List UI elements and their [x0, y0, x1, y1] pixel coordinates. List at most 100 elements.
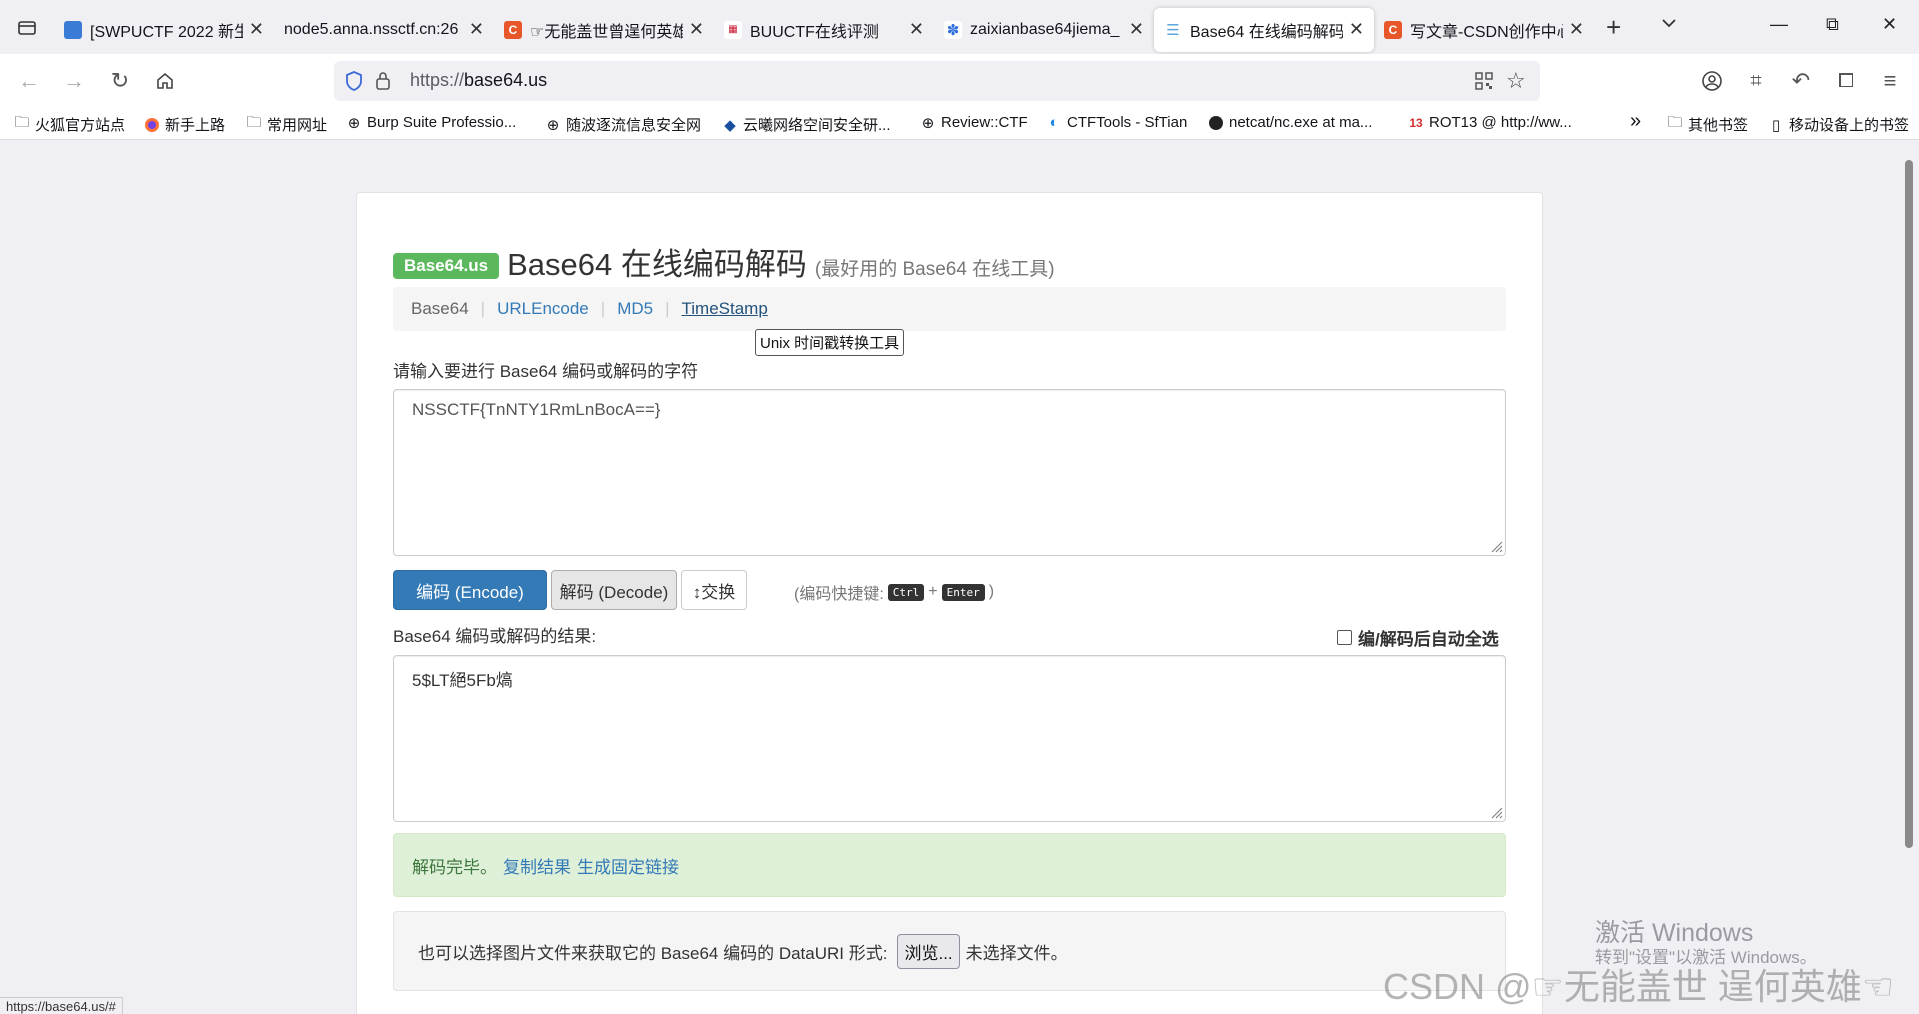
input-textarea[interactable]: NSSCTF{TnNTY1RmLnBocA==}	[393, 389, 1506, 556]
alert-text: 解码完毕。	[412, 857, 497, 877]
nav-urlencode[interactable]: URLEncode	[497, 299, 589, 319]
menu-icon[interactable]: ≡	[1875, 66, 1905, 96]
nav-md5[interactable]: MD5	[617, 299, 653, 319]
output-textarea[interactable]: 5$LT絕5Fb熇	[393, 655, 1506, 822]
tab-swpuctf[interactable]: [SWPUCTF 2022 新生 ✕	[54, 8, 274, 52]
bookmark-item[interactable]: 🗀 常用网址	[246, 114, 327, 135]
site-icon: ◆	[724, 116, 736, 134]
tab-overview-button[interactable]	[0, 0, 54, 54]
url-bar[interactable]: https://base64.us ☆	[334, 61, 1540, 101]
bookmark-item[interactable]: 🗀 其他书签	[1667, 114, 1748, 135]
undo-icon[interactable]: ↶	[1786, 66, 1816, 96]
status-alert: 解码完毕。 复制结果 生成固定链接	[393, 833, 1506, 897]
nav-timestamp[interactable]: TimeStamp	[682, 299, 768, 319]
tab-favicon-icon	[64, 20, 82, 39]
chevron-down-icon[interactable]	[1660, 14, 1678, 37]
minimize-icon[interactable]: —	[1770, 14, 1788, 35]
bookmark-item[interactable]: ◆ 云曦网络空间安全研...	[722, 114, 890, 135]
tab-base64-active[interactable]: ☰ Base64 在线编码解码 ✕	[1154, 7, 1374, 52]
bookmark-star-icon[interactable]: ☆	[1506, 68, 1526, 94]
tab-title: BUUCTF在线评测	[750, 23, 879, 41]
file-upload-text: 也可以选择图片文件来获取它的 Base64 编码的 DataURI 形式:	[418, 943, 888, 963]
page-title: Base64 在线编码解码	[507, 247, 807, 282]
tab-node5[interactable]: node5.anna.nssctf.cn:26 ✕	[274, 8, 494, 52]
close-tab-icon[interactable]: ✕	[469, 19, 484, 40]
close-tab-icon[interactable]: ✕	[1569, 19, 1584, 40]
checkbox-box[interactable]	[1337, 630, 1352, 645]
activation-title: 激活 Windows	[1595, 919, 1754, 947]
encode-button[interactable]: 编码 (Encode)	[393, 570, 547, 610]
mobile-icon: ▯	[1771, 116, 1781, 134]
bookmark-item[interactable]: ⊕ 随波逐流信息安全网	[545, 114, 701, 135]
swap-button[interactable]: ↕交换	[681, 570, 747, 610]
tool-nav: Base64 | URLEncode | MD5 | TimeStamp	[393, 287, 1506, 331]
nav-base64[interactable]: Base64	[411, 299, 469, 319]
close-tab-icon[interactable]: ✕	[1129, 19, 1144, 40]
bookmarks-toolbar: 🗀 火狐官方站点 新手上路 🗀 常用网址 ⊕ Burp Suite Professio…	[0, 108, 1919, 140]
globe-icon: ⊕	[921, 114, 935, 132]
bookmark-item[interactable]: netcat/nc.exe at ma...	[1208, 114, 1372, 131]
nav-separator: |	[600, 299, 606, 318]
resize-handle-icon[interactable]	[1489, 805, 1503, 819]
close-tab-icon[interactable]: ✕	[249, 19, 264, 40]
input-text: NSSCTF{TnNTY1RmLnBocA==}	[412, 400, 661, 419]
permalink-link[interactable]: 生成固定链接	[577, 853, 679, 878]
bookmark-item[interactable]: ▯ 移动设备上的书签	[1768, 114, 1909, 135]
scrollbar[interactable]	[1900, 140, 1919, 1014]
close-tab-icon[interactable]: ✕	[1349, 19, 1364, 40]
restore-icon[interactable]: ⧉	[1826, 14, 1839, 35]
copy-result-link[interactable]: 复制结果	[503, 853, 571, 878]
close-tab-icon[interactable]: ✕	[909, 19, 924, 40]
bookmark-item[interactable]: ⊕ Burp Suite Professio...	[346, 114, 517, 132]
kbd-ctrl: Ctrl	[887, 583, 925, 601]
forward-icon[interactable]: →	[59, 66, 89, 96]
bookmark-item[interactable]: 新手上路	[144, 114, 225, 135]
navigation-toolbar: ← → ↻ https://base64.us ☆ ⌗ ↶ ⧠ ≡	[0, 54, 1919, 108]
back-icon[interactable]: ←	[14, 66, 44, 96]
resize-handle-icon[interactable]	[1489, 539, 1503, 553]
bookmark-item[interactable]: ◐ CTFTools - SfTian	[1046, 114, 1187, 131]
tab-buuctf[interactable]: ▦ BUUCTF在线评测 ✕	[714, 8, 934, 52]
brand-badge[interactable]: Base64.us	[393, 253, 500, 279]
bookmark-item[interactable]: 🗀 火狐官方站点	[14, 114, 125, 135]
status-bar: https://base64.us/#	[0, 997, 123, 1014]
qr-code-icon[interactable]	[1474, 71, 1494, 96]
auto-select-checkbox[interactable]: 编/解码后自动全选	[1337, 625, 1499, 650]
more-bookmarks-icon[interactable]: »	[1630, 110, 1641, 133]
extensions-icon[interactable]: ⧠	[1831, 66, 1861, 96]
close-tab-icon[interactable]: ✕	[689, 19, 704, 40]
file-status: 未选择文件。	[965, 943, 1068, 963]
main-card: Base64.us Base64 在线编码解码 (最好用的 Base64 在线工…	[356, 192, 1543, 1014]
csdn-favicon-icon: C	[504, 20, 522, 39]
input-label: 请输入要进行 Base64 编码或解码的字符	[393, 362, 699, 381]
output-text: 5$LT絕5Fb熇	[412, 671, 513, 690]
shortcut-plus: +	[928, 583, 938, 600]
globe-icon: ⊕	[546, 116, 560, 134]
csdn-watermark: CSDN @☞无能盖世 逞何英雄☜	[1383, 966, 1895, 1007]
folder-icon	[18, 21, 36, 35]
tab-csdn-write[interactable]: C 写文章-CSDN创作中心 ✕	[1374, 8, 1594, 52]
browse-button[interactable]: 浏览...	[897, 933, 960, 969]
bookmark-item[interactable]: 13 ROT13 @ http://ww...	[1408, 114, 1571, 131]
tab-title: Base64 在线编码解码	[1190, 23, 1343, 41]
file-upload-well: 也可以选择图片文件来获取它的 Base64 编码的 DataURI 形式: 浏览…	[393, 911, 1506, 991]
tab-baidu[interactable]: ✽ zaixianbase64jiema_ ✕	[934, 8, 1154, 52]
page-subtitle: (最好用的 Base64 在线工具)	[814, 259, 1055, 280]
lock-icon[interactable]	[374, 70, 392, 97]
reload-icon[interactable]: ↻	[105, 66, 135, 96]
buuctf-favicon-icon: ▦	[724, 20, 742, 39]
close-window-icon[interactable]: ✕	[1882, 14, 1897, 35]
tab-csdn-blog[interactable]: C ☞无能盖世曾逞何英雄 ✕	[494, 8, 714, 52]
kbd-enter: Enter	[941, 583, 985, 601]
scrollbar-thumb[interactable]	[1905, 160, 1913, 848]
nav-separator: |	[480, 299, 486, 318]
decode-button[interactable]: 解码 (Decode)	[551, 570, 677, 610]
shield-icon[interactable]	[344, 70, 364, 97]
crop-icon[interactable]: ⌗	[1741, 66, 1771, 96]
baidu-paw-icon: ✽	[944, 20, 962, 39]
account-icon[interactable]	[1697, 66, 1727, 96]
tab-title: 写文章-CSDN创作中心	[1410, 23, 1563, 41]
new-tab-icon[interactable]: +	[1606, 12, 1621, 43]
bookmark-item[interactable]: ⊕ Review::CTF	[920, 114, 1028, 132]
home-icon[interactable]	[150, 66, 180, 96]
